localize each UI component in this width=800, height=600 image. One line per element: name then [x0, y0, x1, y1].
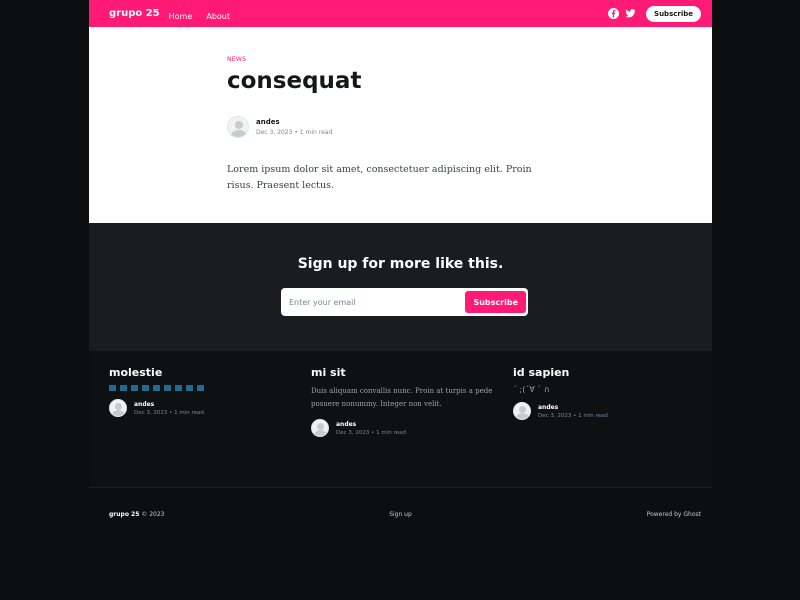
email-input[interactable] — [283, 297, 466, 307]
site-footer: grupo 25 © 2023 Sign up Powered by Ghost — [89, 487, 712, 600]
card-excerpt: ´ ;(´∀ ` ∩ — [513, 385, 550, 394]
glyph-square — [131, 385, 138, 391]
social-links: Subscribe — [608, 5, 701, 22]
card-meta: andes Dec 3, 2023 • 1 min read — [134, 401, 204, 416]
nav-about[interactable]: About — [206, 12, 230, 21]
card-date: Dec 3, 2023 — [538, 412, 572, 419]
footer-signup-link[interactable]: Sign up — [89, 511, 712, 518]
related-posts: molestie andes Dec 3, 2023 • 1 min read … — [89, 351, 712, 487]
card-date: Dec 3, 2023 — [336, 429, 370, 436]
post-card[interactable]: mi sit Duis aliquam convallis nunc. Proi… — [311, 366, 501, 437]
powered-by-link[interactable]: Powered by Ghost — [647, 511, 701, 518]
twitter-icon[interactable] — [625, 8, 636, 19]
post-date: Dec 3, 2023 — [256, 129, 293, 136]
avatar[interactable] — [311, 419, 329, 437]
signup-section: Sign up for more like this. Subscribe — [89, 223, 712, 351]
avatar[interactable] — [227, 116, 249, 138]
card-excerpt-glyphs — [109, 385, 299, 391]
page-frame: grupo 25 Home About Subscribe News conse… — [89, 0, 712, 600]
card-date: Dec 3, 2023 — [134, 409, 168, 416]
post-body: Lorem ipsum dolor sit amet, consectetuer… — [227, 164, 532, 191]
card-title[interactable]: id sapien — [513, 366, 703, 379]
author-name[interactable]: andes — [336, 421, 406, 428]
read-time: 1 min read — [174, 409, 204, 416]
header-subscribe-button[interactable]: Subscribe — [646, 5, 701, 22]
author-name[interactable]: andes — [538, 404, 608, 411]
glyph-square — [164, 385, 171, 391]
card-date-line: Dec 3, 2023 • 1 min read — [336, 430, 406, 436]
site-header: grupo 25 Home About Subscribe — [89, 0, 712, 27]
glyph-square — [197, 385, 204, 391]
post-card[interactable]: id sapien ´ ;(´∀ ` ∩ andes Dec 3, 2023 •… — [513, 366, 703, 420]
post-card[interactable]: molestie andes Dec 3, 2023 • 1 min read — [109, 366, 299, 417]
read-time: 1 min read — [376, 429, 406, 436]
author-name[interactable]: andes — [256, 118, 332, 126]
signup-form: Subscribe — [281, 288, 528, 316]
card-date-line: Dec 3, 2023 • 1 min read — [134, 410, 204, 416]
avatar[interactable] — [513, 402, 531, 420]
post-date-line: Dec 3, 2023 • 1 min read — [256, 129, 332, 136]
facebook-icon[interactable] — [608, 8, 620, 19]
card-author: andes Dec 3, 2023 • 1 min read — [513, 402, 703, 420]
glyph-square — [153, 385, 160, 391]
article-section: News consequat andes Dec 3, 2023 • 1 min… — [89, 27, 712, 223]
glyph-square — [186, 385, 193, 391]
post-title: consequat — [227, 68, 362, 94]
card-meta: andes Dec 3, 2023 • 1 min read — [336, 421, 406, 436]
site-logo[interactable]: grupo 25 — [109, 8, 160, 19]
card-author: andes Dec 3, 2023 • 1 min read — [311, 419, 501, 437]
card-meta: andes Dec 3, 2023 • 1 min read — [538, 404, 608, 419]
card-title[interactable]: mi sit — [311, 366, 501, 379]
card-date-line: Dec 3, 2023 • 1 min read — [538, 413, 608, 419]
post-tag[interactable]: News — [227, 56, 246, 63]
glyph-square — [109, 385, 116, 391]
glyph-square — [120, 385, 127, 391]
author-name[interactable]: andes — [134, 401, 204, 408]
read-time: 1 min read — [578, 412, 608, 419]
avatar[interactable] — [109, 399, 127, 417]
post-author: andes Dec 3, 2023 • 1 min read — [227, 116, 332, 138]
card-title[interactable]: molestie — [109, 366, 299, 379]
nav-home[interactable]: Home — [169, 12, 193, 21]
read-time: 1 min read — [299, 129, 333, 136]
card-author: andes Dec 3, 2023 • 1 min read — [109, 399, 299, 417]
post-meta: andes Dec 3, 2023 • 1 min read — [256, 118, 332, 136]
card-excerpt: Duis aliquam convallis nunc. Proin at tu… — [311, 387, 493, 408]
signup-subscribe-button[interactable]: Subscribe — [465, 291, 526, 313]
signup-heading: Sign up for more like this. — [297, 256, 504, 272]
glyph-square — [175, 385, 182, 391]
glyph-square — [142, 385, 149, 391]
main-nav: Home About — [169, 4, 239, 23]
